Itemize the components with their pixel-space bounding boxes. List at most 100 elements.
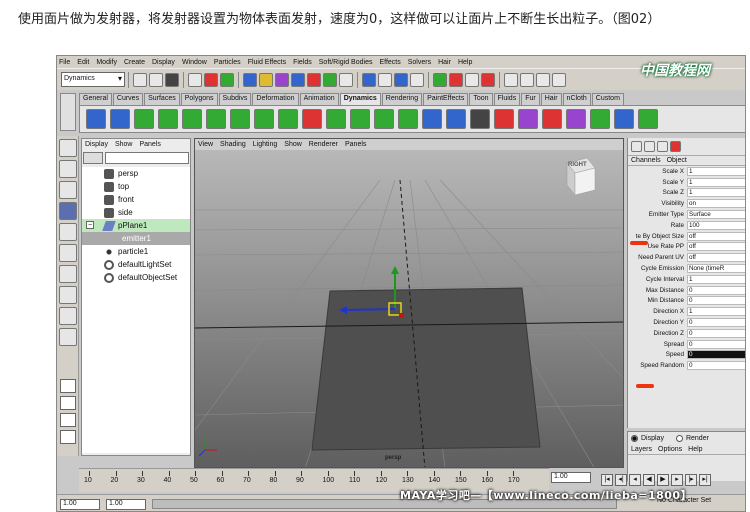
attr-value[interactable]: 1 [687, 307, 745, 317]
mask-icon[interactable] [259, 72, 273, 87]
select-hierarchy-icon[interactable] [188, 72, 202, 87]
mask-icon[interactable] [243, 72, 257, 87]
uniform-field-icon[interactable] [326, 109, 346, 129]
attr-row[interactable]: Direction X1 [628, 306, 745, 317]
shelf-tab-general[interactable]: General [79, 93, 112, 105]
layout-single-icon[interactable] [60, 379, 76, 393]
soft-body-icon[interactable] [422, 109, 442, 129]
attr-value[interactable]: 0 [687, 328, 745, 338]
history-icon[interactable] [433, 72, 447, 87]
menu-file[interactable]: File [59, 59, 70, 66]
range-start-field[interactable]: 1.00 [60, 498, 100, 510]
attr-row[interactable]: Scale Y1 [628, 177, 745, 188]
render-icon[interactable] [449, 72, 463, 87]
layer-menu-help[interactable]: Help [688, 446, 702, 453]
last-tool-icon[interactable] [59, 328, 77, 346]
shelf-tab-custom[interactable]: Custom [591, 93, 624, 105]
outliner-filter-button[interactable] [83, 152, 103, 164]
display-radio[interactable] [631, 434, 638, 442]
menu-create[interactable]: Create [124, 59, 145, 66]
rotate-tool-icon[interactable] [59, 223, 77, 241]
volume-axis-icon[interactable] [374, 109, 394, 129]
attr-row[interactable]: Speed Random 0 [628, 360, 745, 371]
gravity-field-icon[interactable] [230, 109, 250, 129]
tool-settings-icon[interactable] [657, 141, 668, 152]
shelf-tab-toon[interactable]: Toon [469, 93, 493, 105]
attr-value[interactable]: 1 [687, 188, 745, 198]
lasso-tool-icon[interactable] [59, 160, 77, 178]
channel-box-menu-object[interactable]: Object [667, 157, 687, 164]
current-frame-field[interactable]: 1.00 [551, 472, 591, 483]
attr-row[interactable]: Need Parent UV off [628, 252, 745, 263]
menu-soft-rigid-bodies[interactable]: Soft/Rigid Bodies [319, 59, 373, 66]
new-scene-icon[interactable] [133, 72, 147, 87]
step-forward-icon[interactable]: ▸ [671, 474, 683, 486]
toggle-panel-icon[interactable] [520, 72, 534, 87]
fire-effect-icon[interactable] [494, 109, 514, 129]
toggle-panel-icon[interactable] [552, 72, 566, 87]
lightning-effect-icon[interactable] [566, 109, 586, 129]
vortex-field-icon[interactable] [350, 109, 370, 129]
attr-value[interactable]: off [687, 231, 745, 241]
attr-row[interactable]: Cycle Interval 1 [628, 274, 745, 285]
mode-selector[interactable]: Dynamics [61, 72, 125, 87]
attr-value-speed[interactable]: 0 [687, 350, 745, 360]
scale-tool-icon[interactable] [59, 244, 77, 262]
viewport-menu-lighting[interactable]: Lighting [253, 141, 278, 148]
attr-value[interactable]: 1 [687, 274, 745, 284]
outliner-menu-panels[interactable]: Panels [139, 141, 160, 148]
shelf-tab-painteffects[interactable]: PaintEffects [423, 93, 469, 105]
attr-row[interactable]: Emitter Type Surface [628, 209, 745, 220]
attr-value[interactable]: 1 [687, 177, 745, 187]
shelf-tab-hair[interactable]: Hair [540, 93, 562, 105]
ipr-render-icon[interactable] [465, 72, 479, 87]
air-field-icon[interactable] [182, 109, 202, 129]
viewport-menu-renderer[interactable]: Renderer [309, 141, 338, 148]
attr-value[interactable]: Surface [687, 210, 745, 220]
shelf-tab-curves[interactable]: Curves [112, 93, 144, 105]
outliner-item-side[interactable]: side [82, 206, 190, 219]
attribute-editor-icon[interactable] [644, 141, 655, 152]
step-forward-key-icon[interactable]: |▸ [685, 474, 697, 486]
select-object-icon[interactable] [204, 72, 218, 87]
menu-fluid-effects[interactable]: Fluid Effects [248, 59, 286, 66]
mask-icon[interactable] [275, 72, 289, 87]
menu-fields[interactable]: Fields [293, 59, 312, 66]
outliner-item-persp[interactable]: persp [82, 167, 190, 180]
toggle-panel-icon[interactable] [504, 72, 518, 87]
menu-particles[interactable]: Particles [214, 59, 241, 66]
play-forward-icon[interactable]: ▶ [657, 474, 669, 486]
menu-effects[interactable]: Effects [379, 59, 400, 66]
snap-surface-icon[interactable] [410, 72, 424, 87]
toggle-panel-icon[interactable] [536, 72, 550, 87]
emit-from-object-icon[interactable] [134, 109, 154, 129]
attr-row[interactable]: Scale X1 [628, 166, 745, 177]
outliner-item-front[interactable]: front [82, 193, 190, 206]
shelf-tab-deformation[interactable]: Deformation [252, 93, 299, 105]
goal-icon[interactable] [158, 109, 178, 129]
shatter-effect-icon[interactable] [590, 109, 610, 129]
mask-icon[interactable] [291, 72, 305, 87]
shelf-tab-fur[interactable]: Fur [521, 93, 540, 105]
snap-point-icon[interactable] [394, 72, 408, 87]
menu-edit[interactable]: Edit [77, 59, 89, 66]
show-manipulator-icon[interactable] [59, 307, 77, 325]
attr-value[interactable]: 0 [687, 296, 745, 306]
collide-icon[interactable] [398, 109, 418, 129]
playback-start-field[interactable]: 1.00 [106, 498, 146, 510]
radial-field-icon[interactable] [278, 109, 298, 129]
menu-help[interactable]: Help [458, 59, 472, 66]
attr-value[interactable]: 0 [687, 285, 745, 295]
viewport-menu-panels[interactable]: Panels [345, 141, 366, 148]
attr-value[interactable]: 0 [687, 339, 745, 349]
menu-hair[interactable]: Hair [438, 59, 451, 66]
step-back-key-icon[interactable]: ◂| [615, 474, 627, 486]
paint-select-tool-icon[interactable] [59, 181, 77, 199]
mask-icon[interactable] [307, 72, 321, 87]
outliner-item-defaultlightset[interactable]: defaultLightSet [82, 258, 190, 271]
smoke-effect-icon[interactable] [518, 109, 538, 129]
outliner-item-pplane1[interactable]: − pPlane1 [82, 219, 190, 232]
snap-curve-icon[interactable] [378, 72, 392, 87]
shelf-tab-animation[interactable]: Animation [299, 93, 339, 105]
curve-flow-icon[interactable] [614, 109, 634, 129]
